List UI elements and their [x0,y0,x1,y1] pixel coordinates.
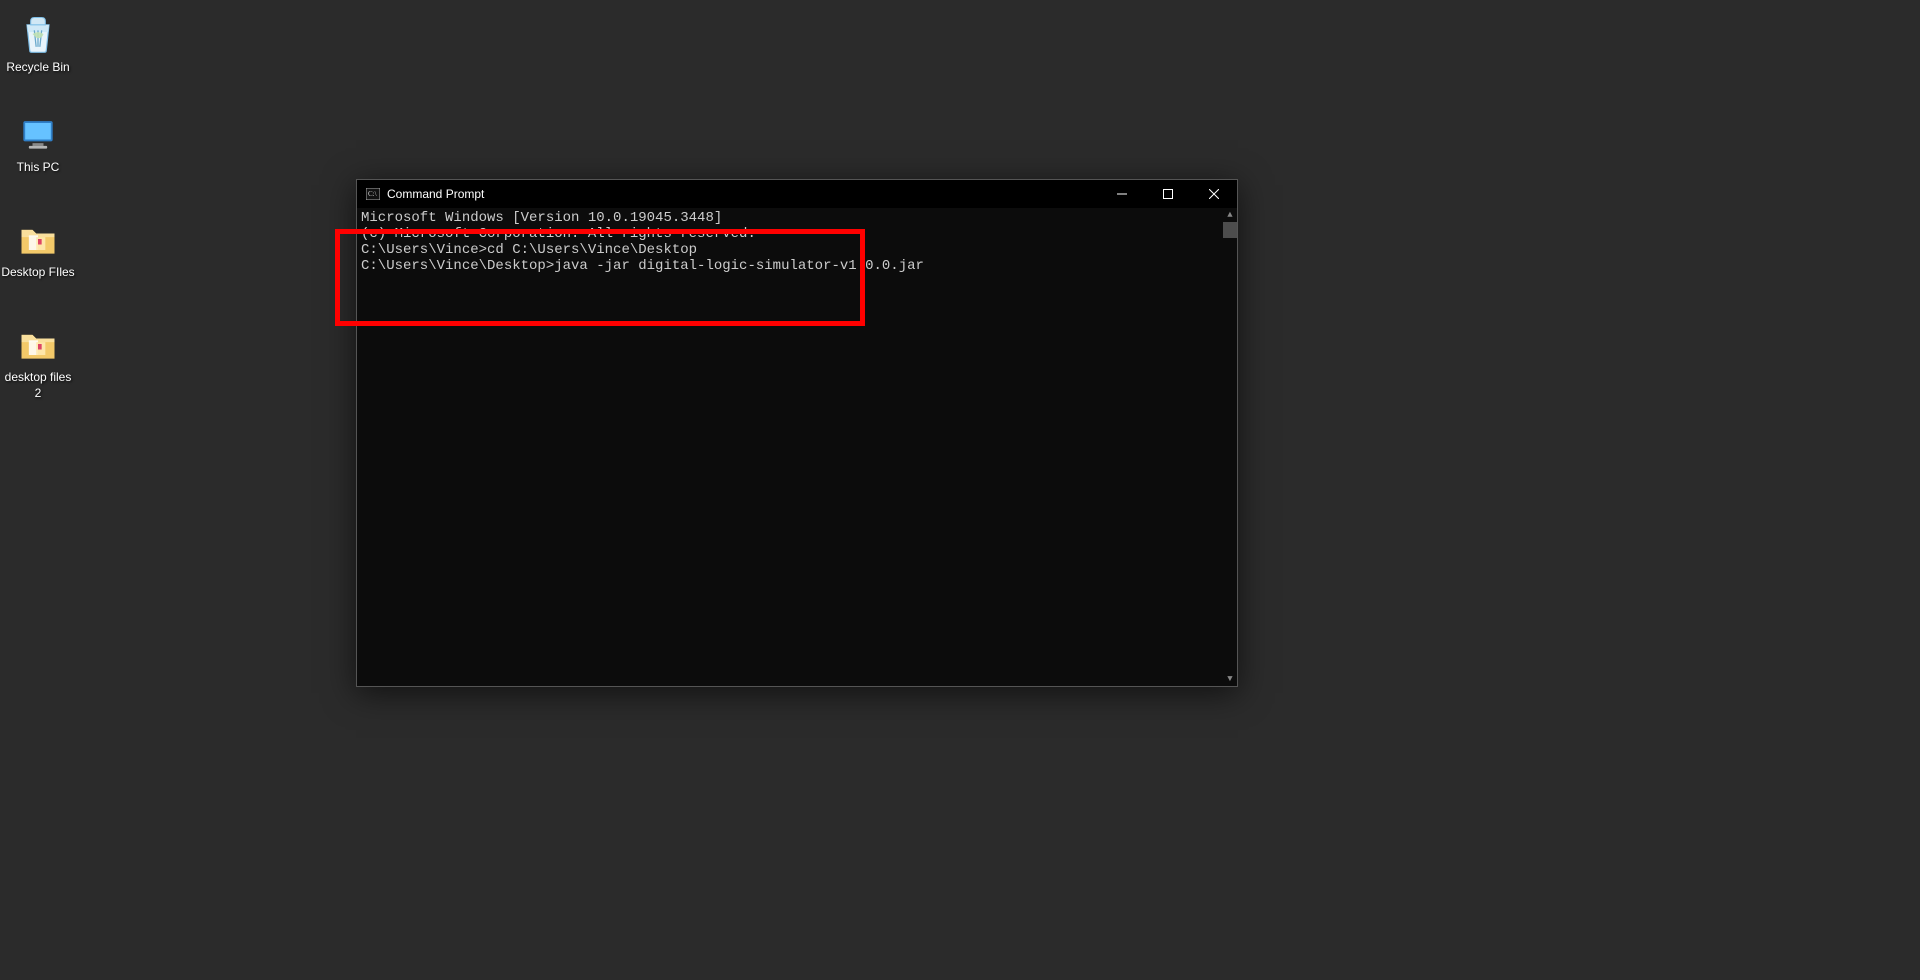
folder-icon [14,215,62,263]
scroll-down-icon[interactable]: ▼ [1223,672,1237,686]
terminal-body[interactable]: Microsoft Windows [Version 10.0.19045.34… [357,208,1237,686]
desktop-icon-label: Recycle Bin [6,60,69,76]
desktop-icon-label: desktop files 2 [0,370,76,401]
folder-icon [14,320,62,368]
command-prompt-window: C:\ Command Prompt Microsoft Windows [Ve… [356,179,1238,687]
maximize-button[interactable] [1145,180,1191,208]
scroll-thumb[interactable] [1223,222,1237,238]
minimize-button[interactable] [1099,180,1145,208]
command-prompt-icon: C:\ [365,186,381,202]
desktop-icon-this-pc[interactable]: This PC [0,110,76,176]
close-button[interactable] [1191,180,1237,208]
terminal-line: Microsoft Windows [Version 10.0.19045.34… [361,210,1237,226]
window-titlebar[interactable]: C:\ Command Prompt [357,180,1237,208]
desktop-icon-recycle-bin[interactable]: Recycle Bin [0,10,76,76]
terminal-scrollbar[interactable]: ▲ ▼ [1223,208,1237,686]
desktop-icon-desktop-files[interactable]: Desktop FIles [0,215,76,281]
terminal-line: C:\Users\Vince\Desktop>java -jar digital… [361,258,1237,274]
desktop-icon-desktop-files-2[interactable]: desktop files 2 [0,320,76,401]
desktop-icon-label: Desktop FIles [1,265,74,281]
window-title: Command Prompt [387,187,484,201]
recycle-bin-icon [14,10,62,58]
desktop-icon-label: This PC [17,160,60,176]
scroll-up-icon[interactable]: ▲ [1223,208,1237,222]
this-pc-icon [14,110,62,158]
svg-text:C:\: C:\ [368,190,377,198]
terminal-line: (c) Microsoft Corporation. All rights re… [361,226,1237,242]
terminal-line: C:\Users\Vince>cd C:\Users\Vince\Desktop [361,242,1237,258]
